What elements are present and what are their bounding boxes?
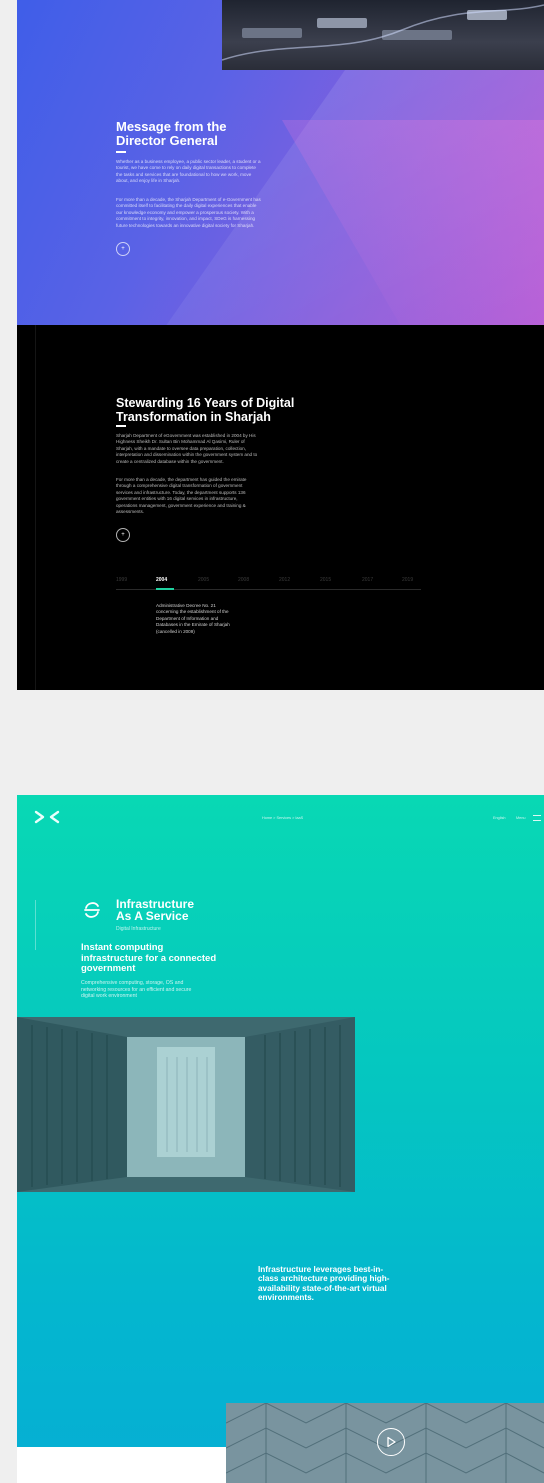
plus-icon: + xyxy=(121,246,125,252)
timeline-year[interactable]: 2017 xyxy=(362,577,373,583)
content-card-edge xyxy=(17,1447,226,1483)
language-selector[interactable]: English xyxy=(493,816,505,820)
menu-icon[interactable] xyxy=(533,815,541,821)
history-paragraph-1: Sharjah Department of eGovernment was es… xyxy=(116,433,326,465)
server-room-photo xyxy=(17,1017,355,1192)
timeline-year[interactable]: 2012 xyxy=(279,577,290,583)
text-line: networking resources for an efficient an… xyxy=(81,986,192,993)
feature-statement: Infrastructure leverages best-in- class … xyxy=(258,1265,389,1303)
server-room-illustration xyxy=(17,1017,355,1192)
history-paragraph-2: For more than a decade, the department h… xyxy=(116,477,326,515)
text-line: about, and enjoy life in Sharjah. xyxy=(116,178,181,184)
timeline-entry: Administrative Decree No. 21 concerning … xyxy=(156,603,266,635)
title-line: Stewarding 16 Years of Digital xyxy=(116,396,295,410)
text-line: Comprehensive computing, storage, OS and xyxy=(81,980,184,986)
service-description: Comprehensive computing, storage, OS and… xyxy=(81,980,271,1000)
plus-icon: + xyxy=(121,532,125,538)
history-title: Stewarding 16 Years of Digital Transform… xyxy=(116,396,294,424)
office-photo xyxy=(222,0,544,70)
text-line: create a centralized database within the… xyxy=(116,458,224,464)
timeline-active-indicator xyxy=(156,588,174,590)
title-line: Director General xyxy=(116,133,218,148)
timeline-year[interactable]: 2019 xyxy=(402,577,413,583)
service-category: Digital Infrastructure xyxy=(116,926,161,932)
director-paragraph-2: For more than a decade, the Sharjah Depa… xyxy=(116,197,326,229)
title-line: Message from the xyxy=(116,119,227,134)
title-underline xyxy=(116,425,126,427)
text-line: digital work environment xyxy=(81,993,137,1000)
feature-line: environments. xyxy=(258,1293,314,1303)
read-more-button[interactable]: + xyxy=(116,242,130,256)
menu-button-label[interactable]: Menu xyxy=(516,816,526,820)
director-title: Message from the Director General xyxy=(116,120,227,148)
breadcrumb[interactable]: Home > Services > IaaS xyxy=(262,816,303,820)
photo-light-streak xyxy=(222,4,544,61)
title-line: Transformation in Sharjah xyxy=(116,410,271,424)
headline-line: Instant computing xyxy=(81,942,164,953)
play-button[interactable] xyxy=(377,1428,405,1456)
side-indicator xyxy=(35,900,36,950)
timeline-year-active[interactable]: 2004 xyxy=(156,577,167,583)
title-underline xyxy=(116,151,126,153)
headline-line: government xyxy=(81,963,136,974)
feature-line: Infrastructure leverages best-in- xyxy=(258,1265,384,1274)
grid-line xyxy=(35,325,36,690)
timeline-year[interactable]: 2005 xyxy=(198,577,209,583)
timeline-year[interactable]: 2015 xyxy=(320,577,331,583)
chevrons-logo-icon[interactable] xyxy=(33,809,61,825)
timeline-year[interactable]: 1999 xyxy=(116,577,127,583)
title-line: As A Service xyxy=(116,909,189,923)
feature-line: class architecture providing high- xyxy=(258,1274,390,1284)
text-line: (cancelled in 2009) xyxy=(156,628,195,634)
director-paragraph-1: Whether as a business employee, a public… xyxy=(116,159,326,185)
play-icon xyxy=(387,1436,396,1448)
text-line: future technologies towards an innovativ… xyxy=(116,222,255,228)
feature-line: availability state-of-the-art virtual xyxy=(258,1283,387,1293)
text-line: assessments. xyxy=(116,509,145,515)
read-more-button[interactable]: + xyxy=(116,528,130,542)
cycle-icon xyxy=(84,902,100,918)
timeline-year[interactable]: 2008 xyxy=(238,577,249,583)
service-title: Infrastructure As A Service xyxy=(116,898,194,922)
service-headline: Instant computing infrastructure for a c… xyxy=(81,942,216,975)
